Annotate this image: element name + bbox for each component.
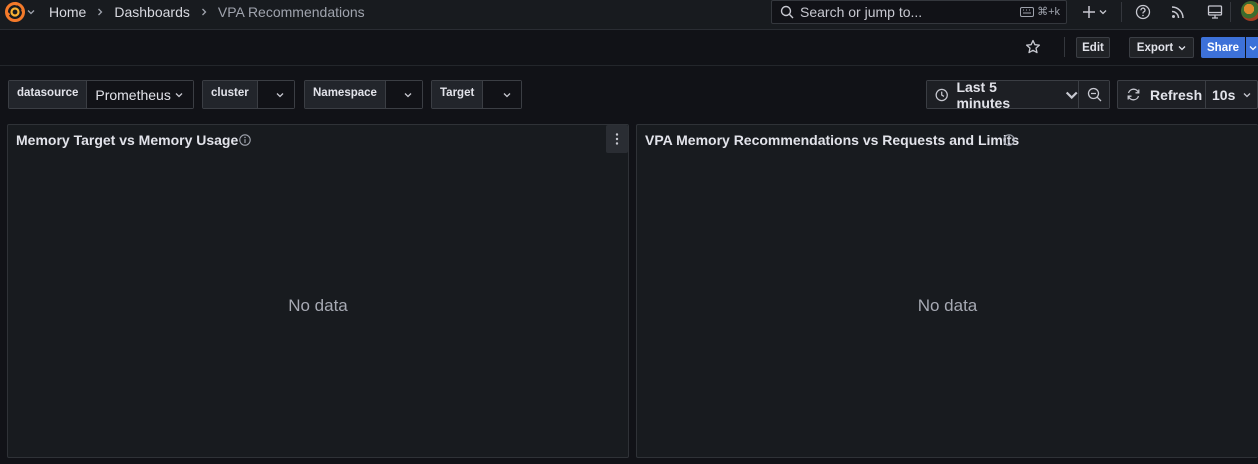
no-data-message: No data xyxy=(288,296,348,315)
breadcrumb: Home Dashboards VPA Recommendations xyxy=(49,4,365,20)
time-range-button[interactable]: Last 5 minutes xyxy=(927,78,1079,111)
user-avatar[interactable] xyxy=(1241,1,1258,21)
refresh-icon xyxy=(1127,88,1140,101)
help-icon[interactable] xyxy=(1135,4,1151,20)
search-placeholder: Search or jump to... xyxy=(800,4,923,20)
variable-label: cluster xyxy=(203,81,258,108)
kebab-menu-icon xyxy=(615,133,619,145)
refresh-interval-value: 10s xyxy=(1212,86,1236,103)
chevron-down-icon xyxy=(1243,92,1251,97)
divider xyxy=(1064,37,1065,57)
export-label: Export xyxy=(1136,41,1174,54)
chevron-right-icon xyxy=(201,8,207,16)
chevron-down-icon xyxy=(276,92,284,97)
target-select[interactable] xyxy=(483,81,521,108)
monitor-icon[interactable] xyxy=(1207,4,1223,20)
divider xyxy=(1121,2,1122,22)
refresh-interval-select[interactable]: 10s xyxy=(1206,81,1257,108)
variable-namespace: Namespace xyxy=(304,80,423,109)
divider xyxy=(1230,2,1231,22)
search-shortcut: ⌘+k xyxy=(1020,5,1060,18)
keyboard-icon xyxy=(1020,6,1035,17)
share-button[interactable]: Share xyxy=(1201,37,1245,58)
chevron-down-icon xyxy=(1249,45,1257,50)
chevron-down-icon xyxy=(404,92,412,97)
panel-vpa-recommendations: VPA Memory Recommendations vs Requests a… xyxy=(636,124,1258,458)
refresh-picker: Refresh 10s xyxy=(1117,80,1258,109)
shortcut-text: ⌘+k xyxy=(1037,6,1060,18)
no-data-message: No data xyxy=(917,296,978,315)
breadcrumb-current: VPA Recommendations xyxy=(217,4,365,20)
time-range-picker: Last 5 minutes xyxy=(926,78,1110,111)
breadcrumb-dashboards[interactable]: Dashboards xyxy=(114,4,190,20)
variable-datasource: datasource Prometheus xyxy=(8,80,194,109)
grafana-logo[interactable] xyxy=(4,1,26,23)
plus-icon[interactable] xyxy=(1081,4,1097,20)
top-navigation: Home Dashboards VPA Recommendations Sear… xyxy=(0,0,1258,30)
panel-menu-button[interactable] xyxy=(606,125,628,153)
variable-label: Namespace xyxy=(305,81,386,108)
chevron-down-icon xyxy=(503,92,511,97)
variable-value: Prometheus xyxy=(95,86,171,103)
breadcrumb-home[interactable]: Home xyxy=(49,4,86,20)
time-range-label: Last 5 minutes xyxy=(956,78,1011,111)
namespace-select[interactable] xyxy=(385,81,422,108)
export-button[interactable]: Export xyxy=(1129,37,1194,58)
dashboard-toolbar: Edit Export Share xyxy=(0,30,1258,66)
info-icon[interactable] xyxy=(239,134,251,146)
search-input[interactable]: Search or jump to... ⌘+k xyxy=(771,0,1067,24)
rss-icon[interactable] xyxy=(1170,4,1186,20)
zoom-out-icon xyxy=(1087,87,1101,102)
variable-label: Target xyxy=(432,81,484,108)
variable-label: datasource xyxy=(9,81,88,108)
chevron-down-icon xyxy=(1065,91,1078,99)
chevron-right-icon xyxy=(98,8,103,16)
chevron-down-icon[interactable] xyxy=(27,8,35,16)
chevron-down-icon[interactable] xyxy=(1099,8,1107,16)
chevron-down-icon xyxy=(1178,45,1186,50)
info-icon[interactable] xyxy=(1003,134,1015,146)
zoom-out-button[interactable] xyxy=(1079,81,1109,108)
panel-title[interactable]: VPA Memory Recommendations vs Requests a… xyxy=(645,132,1019,148)
chevron-down-icon xyxy=(175,92,183,97)
cluster-select[interactable] xyxy=(257,81,294,108)
variable-target: Target xyxy=(431,80,522,109)
datasource-select[interactable]: Prometheus xyxy=(87,81,193,108)
star-icon[interactable] xyxy=(1025,39,1041,55)
search-icon xyxy=(780,5,794,19)
variable-cluster: cluster xyxy=(202,80,295,109)
panel-title[interactable]: Memory Target vs Memory Usage xyxy=(16,132,238,148)
refresh-button[interactable]: Refresh xyxy=(1118,81,1206,108)
share-menu-button[interactable] xyxy=(1246,37,1258,58)
edit-button[interactable]: Edit xyxy=(1076,37,1110,58)
panel-memory-target: Memory Target vs Memory Usage No data xyxy=(7,124,629,458)
refresh-label: Refresh xyxy=(1150,86,1203,103)
clock-icon xyxy=(935,88,948,101)
